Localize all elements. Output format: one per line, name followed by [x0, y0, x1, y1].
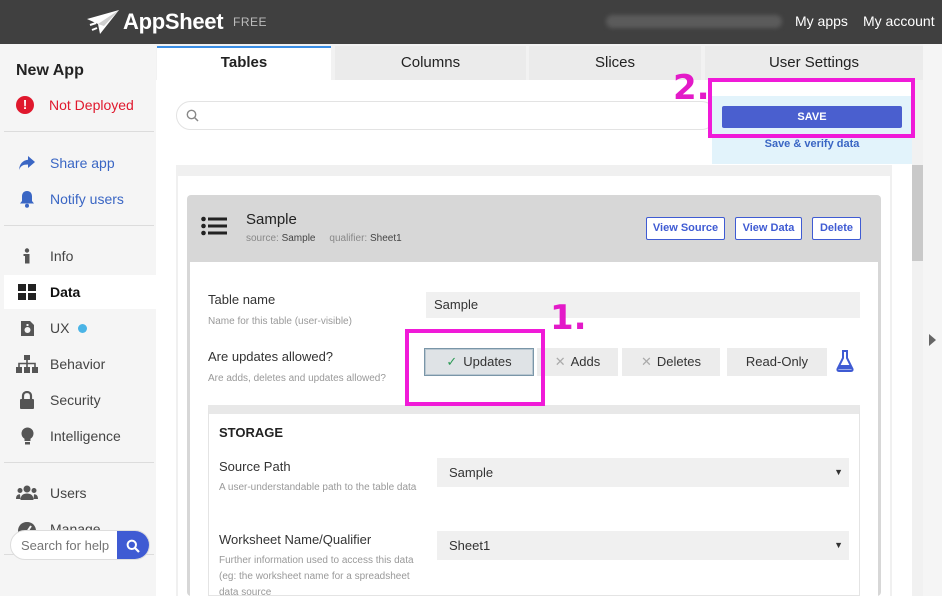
sidebar-item-ux[interactable]: UX — [4, 311, 156, 345]
notification-dot — [78, 323, 88, 333]
sidebar: New App ! Not Deployed Share app Notify … — [0, 44, 156, 596]
users-icon — [16, 485, 38, 501]
lock-icon — [16, 391, 38, 409]
sidebar-item-label: UX — [50, 320, 70, 336]
sidebar-item-label: Notify users — [50, 191, 124, 207]
expand-arrow-icon[interactable] — [929, 334, 936, 346]
sidebar-item-label: Users — [50, 485, 87, 501]
source-value: Sample — [281, 233, 316, 244]
divider — [4, 462, 154, 463]
tab-user-settings[interactable]: User Settings — [705, 46, 923, 80]
deploy-status-label: Not Deployed — [49, 97, 134, 113]
bulb-icon — [16, 427, 38, 445]
sidebar-item-intelligence[interactable]: Intelligence — [4, 419, 156, 453]
help-search-button[interactable] — [117, 531, 149, 559]
view-source-button[interactable]: View Source — [646, 217, 725, 240]
table-search-input[interactable] — [205, 106, 705, 126]
divider — [4, 225, 154, 226]
help-search-input[interactable] — [11, 531, 121, 559]
alert-icon: ! — [16, 96, 34, 114]
sidebar-item-label: Security — [50, 392, 101, 408]
updates-allowed-help: Are adds, deletes and updates allowed? — [208, 373, 386, 384]
source-path-select[interactable]: Sample ▼ — [437, 458, 849, 487]
x-icon: ✕ — [641, 354, 652, 369]
table-name-help: Name for this table (user-visible) — [208, 316, 352, 327]
list-icon — [201, 216, 227, 241]
qualifier-value: Sheet1 — [369, 233, 402, 244]
save-verify-link[interactable]: Save & verify data — [712, 138, 912, 150]
delete-button[interactable]: Delete — [812, 217, 861, 240]
search-icon — [186, 109, 199, 127]
app-name: New App — [16, 62, 84, 79]
deletes-toggle-label: Deletes — [656, 354, 701, 369]
table-title: Sample — [246, 211, 297, 228]
right-panel-strip — [923, 44, 942, 596]
brand-name: AppSheet — [123, 9, 224, 34]
tab-tables[interactable]: Tables — [157, 46, 331, 80]
storage-title: STORAGE — [219, 425, 284, 440]
sidebar-item-behavior[interactable]: Behavior — [4, 347, 156, 381]
scrollbar-thumb[interactable] — [912, 165, 923, 261]
sidebar-item-label: Share app — [50, 155, 115, 171]
updates-allowed-label: Are updates allowed? — [208, 349, 334, 364]
top-bar: AppSheet FREE My apps My account — [0, 0, 942, 44]
sidebar-item-notify-users[interactable]: Notify users — [4, 182, 156, 216]
worksheet-label: Worksheet Name/Qualifier — [219, 532, 372, 547]
flask-icon[interactable] — [836, 350, 854, 377]
sidebar-item-label: Info — [50, 248, 74, 264]
adds-toggle-label: Adds — [570, 354, 601, 369]
bell-icon — [16, 190, 38, 208]
x-icon: ✕ — [554, 354, 566, 369]
read-only-toggle[interactable]: Read-Only — [727, 348, 827, 376]
my-apps-link[interactable]: My apps — [795, 13, 848, 29]
deletes-toggle[interactable]: ✕ Deletes — [622, 348, 720, 376]
sidebar-item-security[interactable]: Security — [4, 383, 156, 417]
table-source-info: source: Sample qualifier: Sheet1 — [246, 233, 402, 244]
search-icon — [126, 539, 140, 553]
qualifier-label: qualifier: — [329, 233, 368, 244]
sidebar-item-label: Intelligence — [50, 428, 121, 444]
deploy-status[interactable]: ! Not Deployed — [16, 96, 134, 114]
table-search — [176, 101, 716, 130]
plan-badge: FREE — [233, 15, 268, 29]
table-name-label: Table name — [208, 292, 276, 307]
divider — [4, 131, 154, 132]
table-name-input[interactable]: Sample — [426, 292, 860, 318]
sidebar-item-info[interactable]: Info — [4, 239, 156, 273]
grid-icon — [16, 284, 38, 300]
sidebar-item-users[interactable]: Users — [4, 476, 156, 510]
sidebar-item-label: Behavior — [50, 356, 106, 372]
source-path-label: Source Path — [219, 459, 291, 474]
tab-columns[interactable]: Columns — [335, 46, 526, 80]
sidebar-item-data[interactable]: Data — [4, 275, 156, 309]
dropdown-arrow-icon: ▼ — [834, 467, 843, 477]
adds-toggle[interactable]: ✕ Adds — [537, 348, 618, 376]
highlight-box-updates — [405, 329, 545, 406]
sidebar-item-label: Data — [50, 284, 81, 300]
info-icon — [16, 248, 38, 264]
appsheet-logo[interactable]: AppSheet — [86, 9, 224, 35]
worksheet-help: Further information used to access this … — [219, 555, 414, 596]
paper-plane-icon — [87, 10, 119, 34]
scrollbar-track[interactable] — [912, 80, 923, 596]
view-data-button[interactable]: View Data — [735, 217, 802, 240]
source-path-help: A user-understandable path to the table … — [219, 482, 417, 493]
annotation-number-1: 1. — [550, 298, 587, 338]
hierarchy-icon — [16, 355, 38, 373]
help-search — [10, 530, 150, 560]
my-account-link[interactable]: My account — [863, 13, 935, 29]
source-path-value: Sample — [449, 465, 494, 480]
share-icon — [16, 155, 38, 171]
annotation-number-2: 2. — [673, 68, 710, 108]
account-email-blurred — [606, 15, 782, 28]
sidebar-item-share-app[interactable]: Share app — [4, 146, 156, 180]
ux-icon — [16, 320, 38, 337]
source-label: source: — [246, 233, 279, 244]
highlight-box-save — [708, 78, 915, 138]
worksheet-select[interactable]: Sheet1 ▼ — [437, 531, 849, 560]
worksheet-value: Sheet1 — [449, 538, 491, 553]
dropdown-arrow-icon: ▼ — [834, 540, 843, 550]
